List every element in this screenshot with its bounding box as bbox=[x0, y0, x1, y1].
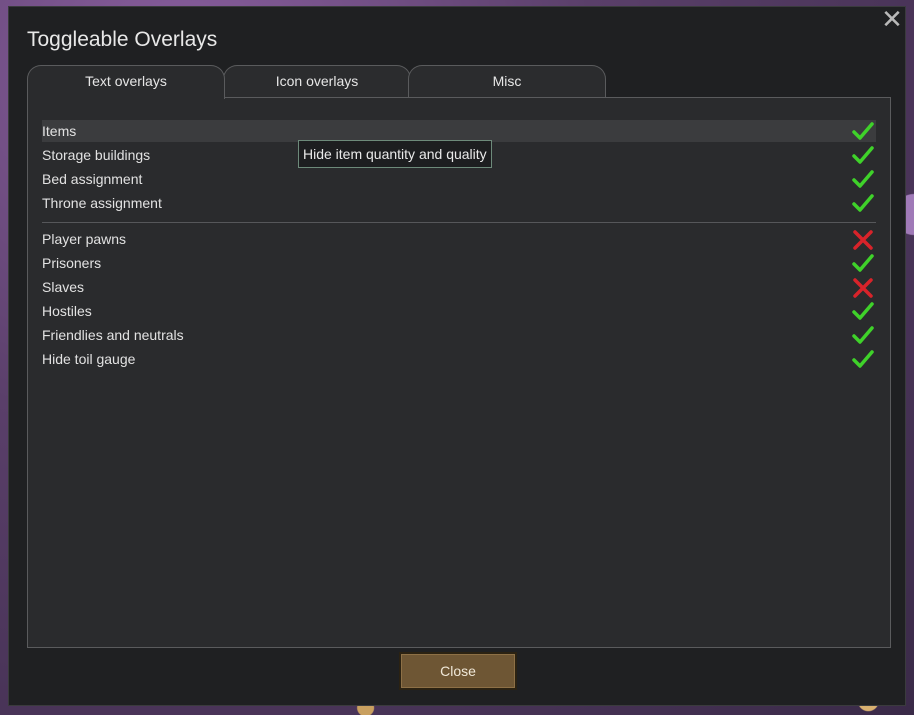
option-label: Slaves bbox=[42, 279, 85, 295]
checkmark-icon[interactable] bbox=[852, 121, 874, 143]
option-label: Hostiles bbox=[42, 303, 92, 319]
option-player-pawns[interactable]: Player pawns bbox=[42, 228, 876, 250]
checkmark-icon[interactable] bbox=[852, 325, 874, 347]
tab-label: Text overlays bbox=[85, 73, 167, 89]
group-divider bbox=[42, 222, 876, 223]
option-label: Storage buildings bbox=[42, 147, 151, 163]
overlays-dialog: Toggleable Overlays ✕ Text overlays Icon… bbox=[8, 6, 906, 706]
option-label: Friendlies and neutrals bbox=[42, 327, 184, 343]
checkmark-icon[interactable] bbox=[852, 145, 874, 167]
tab-label: Icon overlays bbox=[275, 73, 359, 89]
close-icon[interactable]: ✕ bbox=[881, 6, 903, 32]
tab-misc[interactable]: Misc bbox=[408, 65, 606, 97]
option-label: Throne assignment bbox=[42, 195, 162, 211]
overlay-options-panel: Items Storage buildings Bed assignment T… bbox=[27, 97, 891, 648]
option-prisoners[interactable]: Prisoners bbox=[42, 252, 876, 274]
tooltip: Hide item quantity and quality bbox=[298, 140, 492, 168]
tab-icon-overlays[interactable]: Icon overlays bbox=[223, 65, 411, 97]
option-label: Prisoners bbox=[42, 255, 102, 271]
cross-icon[interactable] bbox=[852, 277, 874, 299]
option-items[interactable]: Items bbox=[42, 120, 876, 142]
tab-label: Misc bbox=[492, 73, 522, 89]
option-label: Player pawns bbox=[42, 231, 127, 247]
option-slaves[interactable]: Slaves bbox=[42, 276, 876, 298]
option-throne-assignment[interactable]: Throne assignment bbox=[42, 192, 876, 214]
checkmark-icon[interactable] bbox=[852, 253, 874, 275]
checkmark-icon[interactable] bbox=[852, 193, 874, 215]
option-bed-assignment[interactable]: Bed assignment bbox=[42, 168, 876, 190]
checkmark-icon[interactable] bbox=[852, 301, 874, 323]
dialog-title: Toggleable Overlays bbox=[27, 28, 218, 51]
checkmark-icon[interactable] bbox=[852, 349, 874, 371]
option-label: Items bbox=[42, 123, 77, 139]
option-label: Bed assignment bbox=[42, 171, 143, 187]
option-hostiles[interactable]: Hostiles bbox=[42, 300, 876, 322]
cross-icon[interactable] bbox=[852, 229, 874, 251]
checkmark-icon[interactable] bbox=[852, 169, 874, 191]
close-button[interactable]: Close bbox=[399, 652, 517, 690]
tab-text-overlays[interactable]: Text overlays bbox=[27, 65, 225, 99]
option-label: Hide toil gauge bbox=[42, 351, 136, 367]
option-friendlies-neutrals[interactable]: Friendlies and neutrals bbox=[42, 324, 876, 346]
option-hide-toil-gauge[interactable]: Hide toil gauge bbox=[42, 348, 876, 370]
